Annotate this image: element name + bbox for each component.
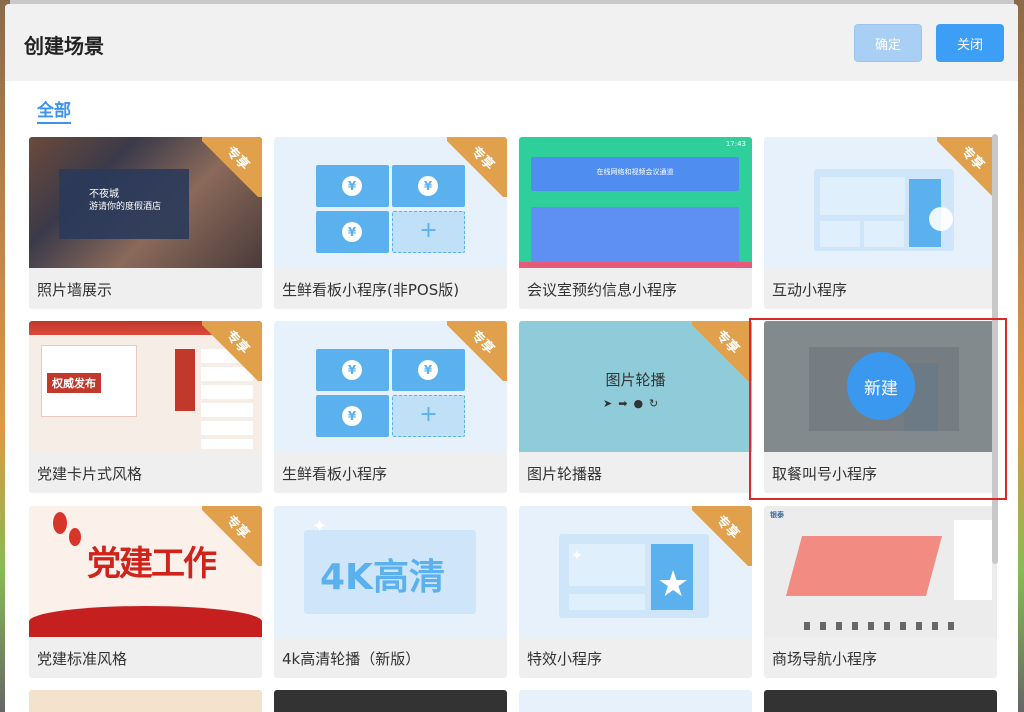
card-label: 互动小程序 (764, 268, 997, 309)
create-scene-dialog: 创建场景 确定 关闭 全部 不夜城 游请你的度假酒店 专享 照片墙展示 ¥ ¥ … (5, 4, 1018, 712)
scene-card-partial[interactable] (764, 690, 997, 712)
dialog-header: 创建场景 确定 关闭 (5, 4, 1018, 81)
scene-card-fresh-board-nonpos[interactable]: ¥ ¥ ¥ + 专享 生鲜看板小程序(非POS版) (274, 137, 507, 309)
send-icon: ➤ (603, 397, 619, 410)
yen-icon: ¥ (342, 222, 362, 242)
thumbnail-text: 不夜城 (89, 189, 119, 200)
exclusive-badge: 专享 (937, 137, 997, 197)
scene-card-4k-carousel[interactable]: ✦ 4K高清 4k高清轮播（新版） (274, 506, 507, 678)
star-icon: ★ (657, 564, 690, 605)
card-label: 照片墙展示 (29, 268, 262, 309)
exclusive-badge: 专享 (692, 506, 752, 566)
exclusive-badge: 专享 (692, 321, 752, 381)
card-label: 特效小程序 (519, 637, 752, 678)
scene-card-mall-navigation[interactable]: 银泰 商场导航小程序 (764, 506, 997, 678)
exclusive-badge: 专享 (447, 137, 507, 197)
tab-all[interactable]: 全部 (37, 96, 71, 124)
plus-icon: + (392, 211, 465, 253)
scene-card-meeting-room[interactable]: 17:43 在线网络和视频会议通道 会议室预约信息小程序 (519, 137, 752, 309)
scene-card-interactive[interactable]: 专享 互动小程序 (764, 137, 997, 309)
arrow-icon: ➡ (618, 397, 634, 410)
thumbnail-text: 游请你的度假酒店 (89, 202, 162, 212)
plus-icon: + (392, 395, 465, 437)
confirm-button[interactable]: 确定 (854, 24, 922, 62)
exclusive-badge: 专享 (202, 321, 262, 381)
dot-icon: ● (633, 397, 650, 410)
card-label: 4k高清轮播（新版） (274, 637, 507, 678)
scene-card-fresh-board[interactable]: ¥ ¥ ¥ + 专享 生鲜看板小程序 (274, 321, 507, 493)
dialog-title: 创建场景 (24, 34, 104, 58)
refresh-icon: ↻ (649, 397, 665, 410)
yen-icon: ¥ (418, 176, 438, 196)
exclusive-badge: 专享 (447, 321, 507, 381)
sparkle-icon: ✦ (571, 548, 583, 564)
thumbnail-meeting-room: 17:43 在线网络和视频会议通道 (519, 137, 752, 268)
scene-card-image-carousel[interactable]: 图片轮播 ➤➡●↻ 专享 图片轮播器 (519, 321, 752, 493)
exclusive-badge: 专享 (202, 137, 262, 197)
exclusive-badge: 专享 (202, 506, 262, 566)
thumbnail-text: 权威发布 (47, 373, 101, 393)
yen-icon: ¥ (342, 406, 362, 426)
scene-card-party-standard[interactable]: 党建工作 专享 党建标准风格 (29, 506, 262, 678)
scene-card-effects[interactable]: ✦ ★ 专享 特效小程序 (519, 506, 752, 678)
yen-icon: ¥ (418, 360, 438, 380)
yen-icon: ¥ (342, 176, 362, 196)
scene-card-photo-wall[interactable]: 不夜城 游请你的度假酒店 专享 照片墙展示 (29, 137, 262, 309)
thumbnail-text: 4K高清 (320, 557, 445, 598)
thumbnail-mall-navigation: 银泰 (764, 506, 997, 637)
scene-card-party-card[interactable]: 权威发布 专享 党建卡片式风格 (29, 321, 262, 493)
thumbnail-text: 党建工作 (87, 544, 217, 584)
hand-pointer-icon (929, 207, 953, 231)
scene-card-partial[interactable] (519, 690, 752, 712)
scene-card-partial[interactable] (274, 690, 507, 712)
thumbnail-text: 在线网络和视频会议通道 (531, 157, 739, 191)
card-label: 生鲜看板小程序 (274, 452, 507, 493)
close-button[interactable]: 关闭 (936, 24, 1004, 62)
selection-highlight (749, 318, 1007, 500)
card-label: 图片轮播器 (519, 452, 752, 493)
scene-card-partial[interactable] (29, 690, 262, 712)
card-label: 党建卡片式风格 (29, 452, 262, 493)
thumbnail-text: 银泰 (770, 511, 784, 519)
yen-icon: ¥ (342, 360, 362, 380)
card-label: 生鲜看板小程序(非POS版) (274, 268, 507, 309)
thumbnail-4k-carousel: ✦ 4K高清 (274, 506, 507, 637)
card-label: 会议室预约信息小程序 (519, 268, 752, 309)
sparkle-icon: ✦ (312, 516, 328, 537)
card-label: 党建标准风格 (29, 637, 262, 678)
thumbnail-text: 17:43 (725, 140, 746, 148)
card-label: 商场导航小程序 (764, 637, 997, 678)
